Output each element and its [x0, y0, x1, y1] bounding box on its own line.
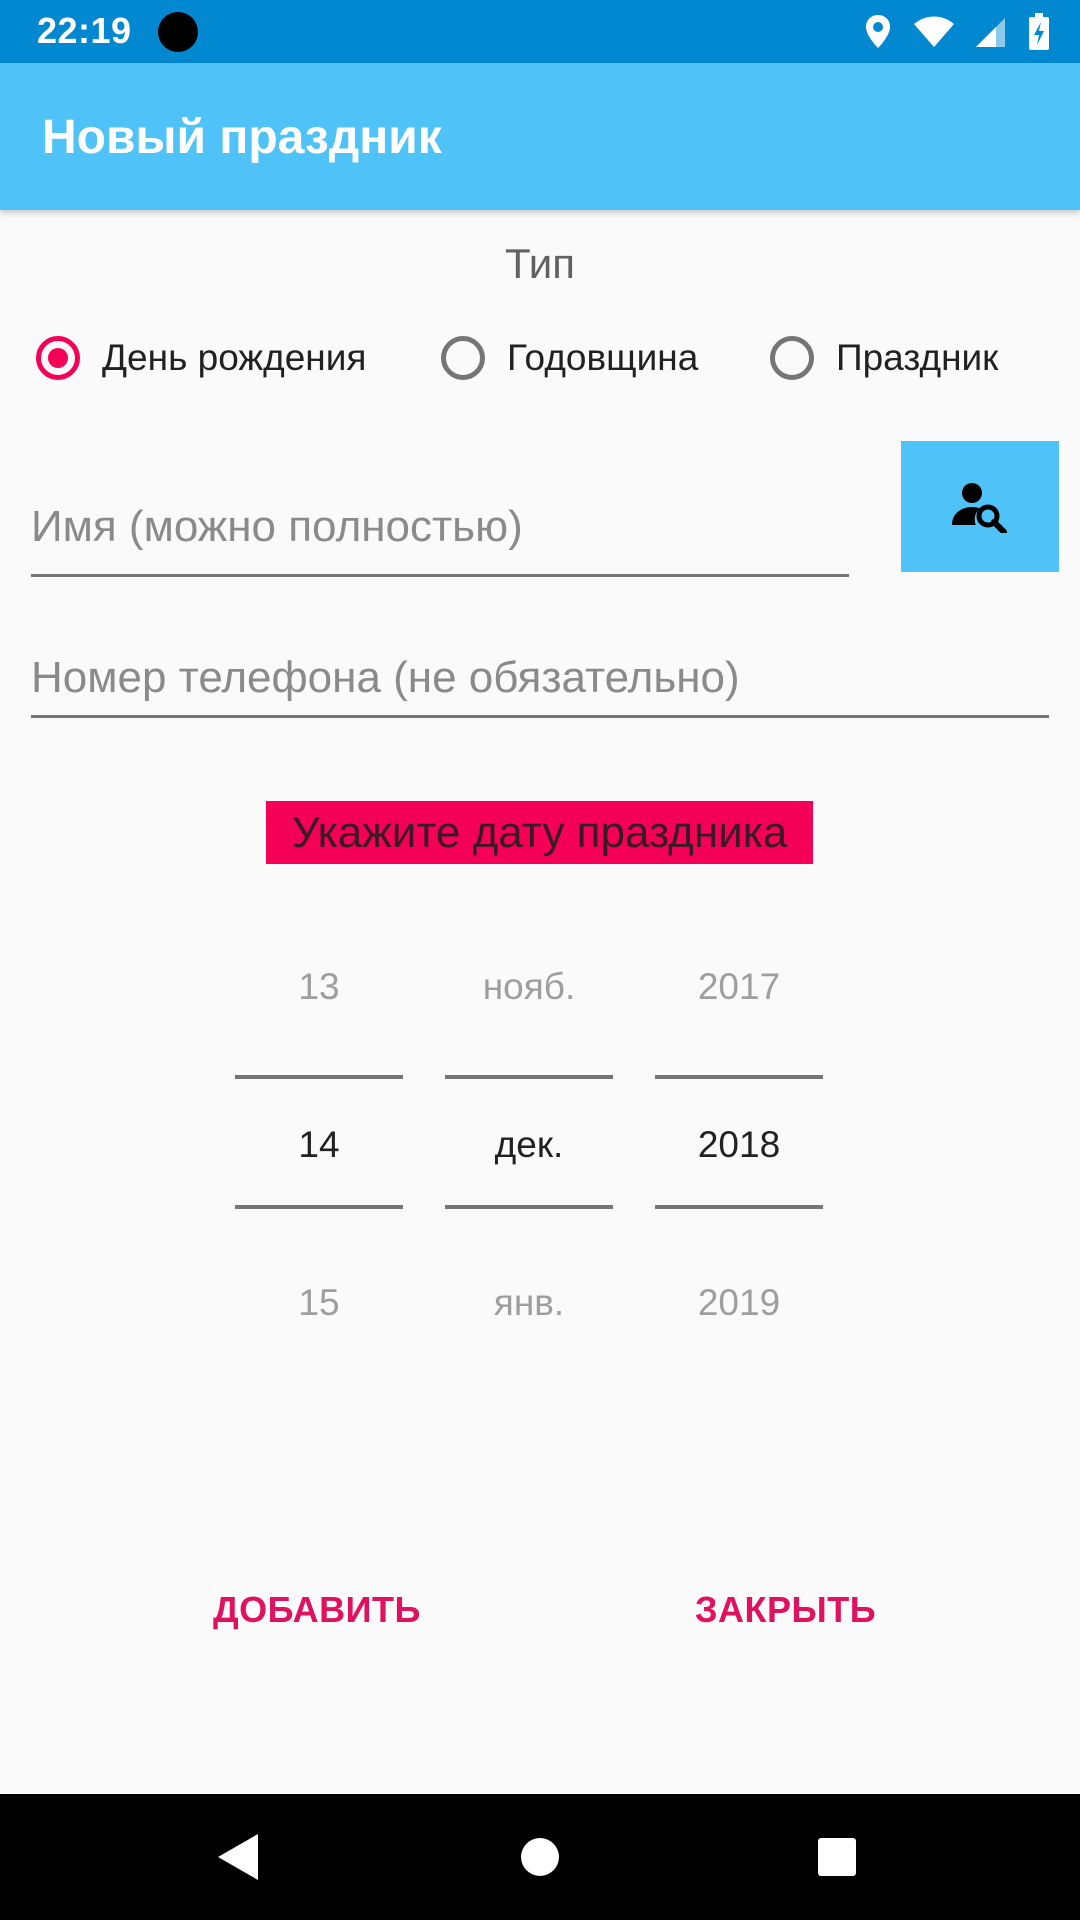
day-prev[interactable]: 13 [235, 966, 403, 1008]
back-icon[interactable] [208, 1827, 268, 1887]
picker-divider [235, 1075, 403, 1079]
person-search-icon [952, 482, 1007, 533]
wifi-icon [914, 16, 954, 47]
picker-divider [235, 1205, 403, 1209]
picker-divider [445, 1205, 613, 1209]
month-current[interactable]: дек. [445, 1124, 613, 1166]
add-button[interactable]: ДОБАВИТЬ [203, 1580, 431, 1640]
radio-label: Годовщина [507, 337, 699, 378]
year-next[interactable]: 2019 [655, 1282, 823, 1324]
picker-divider [655, 1075, 823, 1079]
date-prompt-label: Укажите дату праздника [266, 801, 813, 864]
status-icons [864, 12, 1050, 52]
phone-input[interactable] [31, 640, 1049, 718]
location-icon [866, 15, 890, 48]
radio-anniversary[interactable]: Годовщина [441, 330, 698, 386]
status-time: 22:19 [37, 10, 132, 51]
notification-dot-icon [158, 12, 198, 52]
status-bar: 22:19 [0, 0, 1080, 63]
picker-divider [655, 1205, 823, 1209]
battery-charging-icon [1029, 13, 1049, 50]
signal-icon [976, 18, 1005, 47]
navigation-bar [0, 1794, 1080, 1920]
radio-label: Праздник [836, 337, 999, 378]
month-next[interactable]: янв. [445, 1282, 613, 1324]
recents-icon[interactable] [807, 1827, 867, 1887]
radio-birthday[interactable]: День рождения [36, 330, 366, 386]
radio-unchecked-icon [441, 336, 485, 380]
month-prev[interactable]: нояб. [445, 966, 613, 1008]
home-icon[interactable] [510, 1827, 570, 1887]
radio-label: День рождения [102, 337, 367, 378]
radio-checked-icon [36, 336, 80, 380]
app-bar: Новый праздник [0, 63, 1080, 210]
day-current[interactable]: 14 [235, 1124, 403, 1166]
type-label: Тип [504, 240, 575, 287]
year-prev[interactable]: 2017 [655, 966, 823, 1008]
year-current[interactable]: 2018 [655, 1124, 823, 1166]
close-button[interactable]: ЗАКРЫТЬ [685, 1580, 886, 1640]
picker-divider [445, 1075, 613, 1079]
page-title: Новый праздник [42, 111, 442, 164]
contact-search-button[interactable] [901, 441, 1059, 572]
radio-unchecked-icon [770, 336, 814, 380]
name-input[interactable] [31, 480, 849, 577]
day-next[interactable]: 15 [235, 1282, 403, 1324]
radio-holiday[interactable]: Праздник [770, 330, 998, 386]
